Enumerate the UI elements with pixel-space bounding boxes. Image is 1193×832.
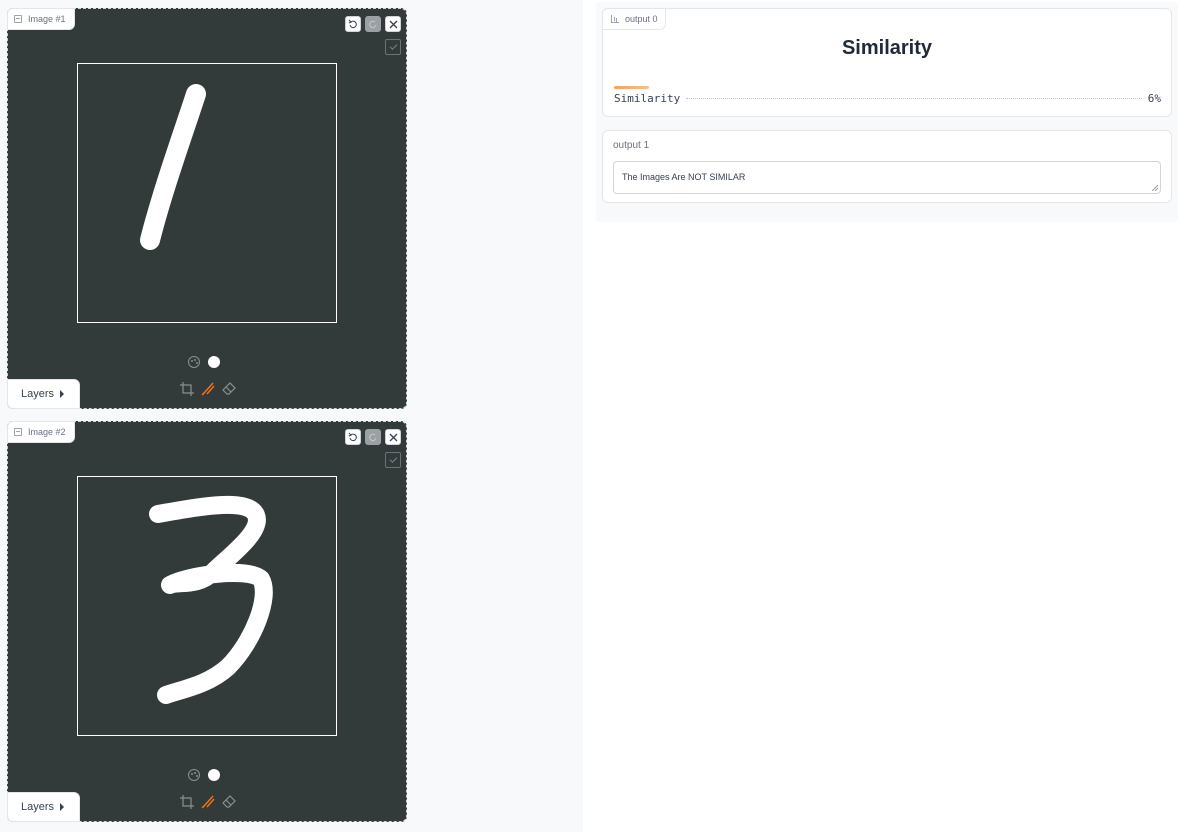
caret-right-icon	[60, 803, 65, 811]
image-2-label: Image #2	[7, 421, 75, 443]
brush-color-swatch[interactable]	[208, 769, 220, 781]
eraser-icon[interactable]	[222, 382, 236, 396]
output-column: output 0 Similarity Similarity 6% output…	[596, 2, 1178, 222]
drawing-canvas-2[interactable]	[77, 476, 337, 736]
apply-button[interactable]	[385, 39, 401, 55]
output-0-panel: output 0 Similarity Similarity 6%	[602, 8, 1172, 117]
redo-button[interactable]	[365, 429, 381, 445]
output-0-title: Similarity	[841, 37, 933, 59]
image-editor-2: Image #2 Layers	[7, 421, 407, 822]
brush-icon[interactable]	[201, 382, 215, 396]
layers-button[interactable]: Layers	[7, 379, 80, 409]
palette-icon[interactable]	[188, 356, 200, 368]
image-editor-1: Image #1 Layers	[7, 8, 407, 409]
drawing-1	[140, 84, 206, 250]
input-column: Image #1 Layers Image #2 Layers	[0, 0, 583, 832]
close-icon	[389, 433, 397, 441]
confidence-value: 6%	[1147, 92, 1161, 105]
confidence-bar	[614, 86, 649, 89]
editor-1-tools	[180, 382, 236, 396]
redo-icon	[369, 433, 377, 442]
output-1-textbox[interactable]: The Images Are NOT SIMILAR	[613, 161, 1161, 194]
confidence-dots	[686, 98, 1142, 99]
layers-label: Layers	[21, 388, 55, 400]
brush-icon[interactable]	[201, 795, 215, 809]
undo-icon	[348, 19, 357, 29]
redo-button[interactable]	[365, 16, 381, 32]
brush-color-swatch[interactable]	[208, 356, 220, 368]
image-1-label-text: Image #1	[28, 14, 66, 24]
crop-icon[interactable]	[180, 795, 194, 809]
layers-label: Layers	[21, 801, 55, 813]
editor-1-toolbar	[345, 16, 401, 32]
undo-icon	[348, 432, 357, 442]
caret-right-icon	[60, 390, 65, 398]
image-1-label: Image #1	[7, 8, 75, 30]
brush-color-row	[188, 356, 220, 368]
close-icon	[389, 20, 397, 28]
drawing-canvas-1[interactable]	[77, 63, 337, 323]
bar-chart-icon	[611, 15, 619, 23]
image-2-label-text: Image #2	[28, 427, 66, 437]
undo-button[interactable]	[345, 429, 361, 445]
output-1-text: The Images Are NOT SIMILAR	[622, 172, 746, 182]
crop-icon[interactable]	[180, 382, 194, 396]
drawing-2	[149, 495, 273, 704]
image-icon	[14, 428, 22, 436]
output-1-panel: output 1 The Images Are NOT SIMILAR	[602, 130, 1172, 203]
check-icon	[389, 455, 397, 463]
brush-color-row	[188, 769, 220, 781]
output-0-label-text: output 0	[625, 14, 658, 24]
palette-icon[interactable]	[188, 769, 200, 781]
confidence-row: Similarity 6%	[614, 92, 1161, 105]
editor-2-toolbar	[345, 429, 401, 445]
resize-handle[interactable]	[1152, 185, 1158, 191]
check-icon	[389, 42, 397, 50]
editor-2-tools	[180, 795, 236, 809]
output-1-label: output 1	[613, 140, 650, 151]
redo-icon	[369, 20, 377, 29]
confidence-label: Similarity	[614, 92, 681, 105]
layers-button[interactable]: Layers	[7, 792, 80, 822]
output-0-label: output 0	[602, 8, 666, 30]
apply-button[interactable]	[385, 452, 401, 468]
eraser-icon[interactable]	[222, 795, 236, 809]
close-button[interactable]	[385, 429, 401, 445]
undo-button[interactable]	[345, 16, 361, 32]
close-button[interactable]	[385, 16, 401, 32]
image-icon	[14, 15, 22, 23]
